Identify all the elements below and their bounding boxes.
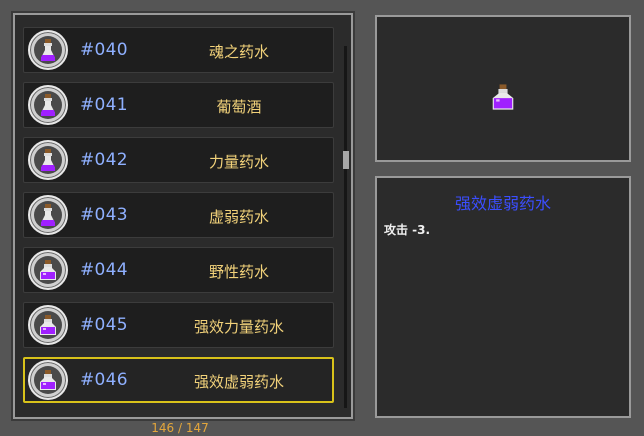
item-name: 葡萄酒 <box>216 98 262 116</box>
item-name: 力量药水 <box>208 153 269 171</box>
list-item[interactable]: #040 魂之药水 <box>23 27 334 73</box>
item-detail-panel: 强效虚弱药水 攻击 -3. <box>375 176 631 418</box>
item-number: #041 <box>80 95 128 115</box>
item-list-panel: #040 魂之药水 #041 葡萄酒 #042 力量药水 #043 虚弱药水 #… <box>11 11 355 421</box>
item-name: 野性药水 <box>208 263 269 281</box>
list-item[interactable]: #042 力量药水 <box>23 137 334 183</box>
tall-potion-icon <box>41 204 55 226</box>
item-slot <box>28 85 68 125</box>
item-number: #044 <box>80 260 128 280</box>
list-item[interactable]: #044 野性药水 <box>23 247 334 293</box>
item-name: 魂之药水 <box>208 43 269 61</box>
item-preview-panel <box>375 15 631 162</box>
item-counter: 146 / 147 <box>151 421 209 435</box>
item-slot <box>28 250 68 290</box>
item-slot <box>28 140 68 180</box>
round-potion-icon <box>40 315 56 335</box>
item-number: #042 <box>80 150 128 170</box>
round-potion-icon <box>40 370 56 390</box>
item-slot <box>28 30 68 70</box>
item-name: 强效力量药水 <box>193 318 284 336</box>
item-slot <box>28 360 68 400</box>
list-item[interactable]: #041 葡萄酒 <box>23 82 334 128</box>
item-name: 虚弱药水 <box>208 208 269 226</box>
list-scrollbar[interactable] <box>344 46 347 408</box>
item-slot <box>28 305 68 345</box>
list-item-selected[interactable]: #046 强效虚弱药水 <box>23 357 334 403</box>
list-item[interactable]: #045 强效力量药水 <box>23 302 334 348</box>
item-slot <box>28 195 68 235</box>
round-potion-icon <box>492 84 514 110</box>
tall-potion-icon <box>41 39 55 61</box>
scrollbar-thumb[interactable] <box>343 151 349 169</box>
tall-potion-icon <box>41 149 55 171</box>
item-list: #040 魂之药水 #041 葡萄酒 #042 力量药水 #043 虚弱药水 #… <box>23 23 336 413</box>
tall-potion-icon <box>41 94 55 116</box>
item-number: #043 <box>80 205 128 225</box>
item-number: #045 <box>80 315 128 335</box>
item-number: #046 <box>80 370 128 390</box>
item-number: #040 <box>80 40 128 60</box>
detail-title: 强效虚弱药水 <box>454 194 551 213</box>
round-potion-icon <box>40 260 56 280</box>
item-name: 强效虚弱药水 <box>193 373 284 391</box>
list-item[interactable]: #043 虚弱药水 <box>23 192 334 238</box>
detail-description: 攻击 -3. <box>384 223 431 237</box>
